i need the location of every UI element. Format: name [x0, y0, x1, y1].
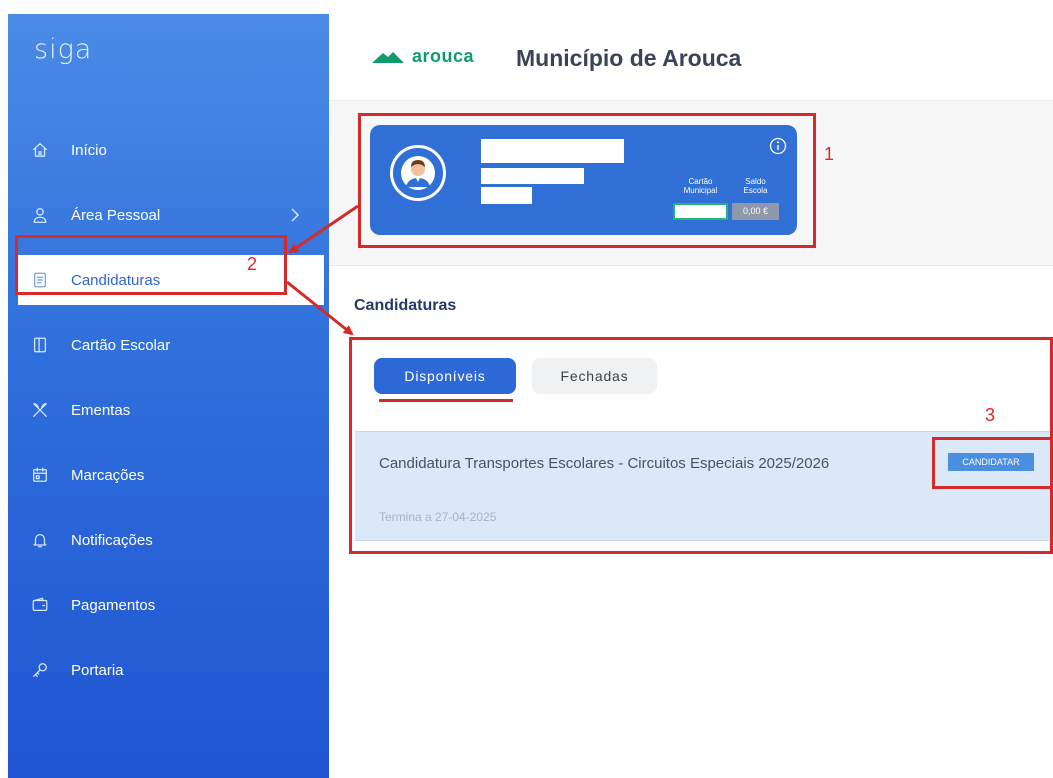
annotation-arrows	[286, 204, 359, 336]
arrow-to-list	[286, 280, 354, 336]
arrow-to-candidaturas	[288, 204, 359, 254]
